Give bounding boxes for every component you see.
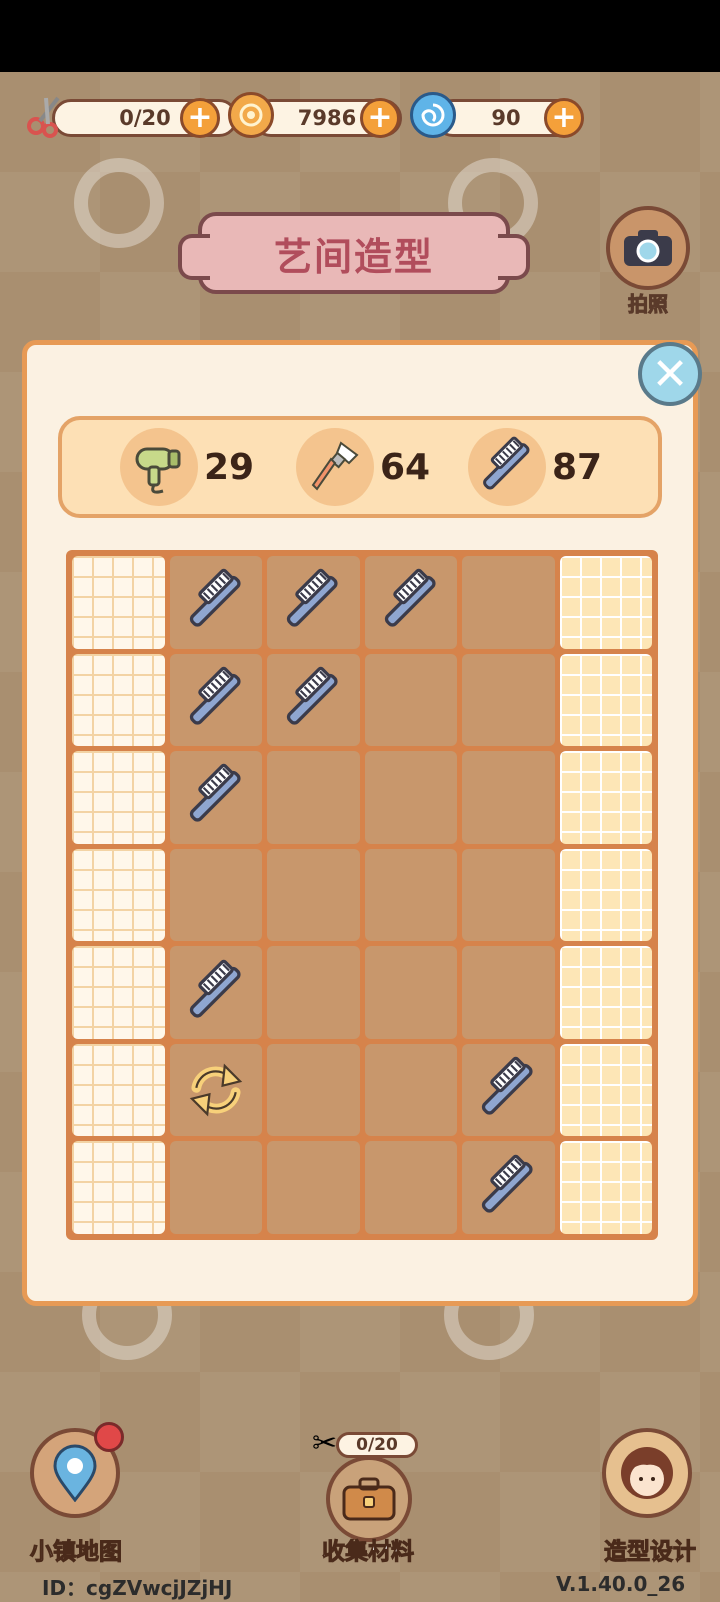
comb-icon xyxy=(278,664,340,727)
grid-cell[interactable] xyxy=(267,1043,360,1137)
locked-cell xyxy=(72,556,165,649)
locked-cell xyxy=(559,1043,652,1137)
grid-cell[interactable] xyxy=(364,653,457,747)
locked-cell xyxy=(72,1141,165,1234)
coin-icon xyxy=(228,92,274,138)
collect-counter: 0/20 xyxy=(336,1432,418,1458)
style-design-label: 造型设计 xyxy=(604,1539,697,1566)
hair-dryer-count: 29 xyxy=(204,446,255,488)
tool-hair-dryer: 29 xyxy=(120,428,254,506)
grid-cell[interactable] xyxy=(169,946,262,1039)
locked-cell xyxy=(559,1141,652,1234)
add-swirl-button[interactable]: + xyxy=(544,98,584,138)
toolbox-icon xyxy=(326,1456,412,1542)
tool-comb: 87 xyxy=(468,428,602,506)
town-map-label: 小镇地图 xyxy=(30,1539,123,1566)
avatar-icon xyxy=(602,1428,692,1518)
grid-cell[interactable] xyxy=(169,1141,262,1234)
camera-label: 拍照 xyxy=(628,292,669,317)
makeup-brush-icon xyxy=(296,428,374,506)
version-label: V.1.40.0_26 xyxy=(556,1572,686,1596)
locked-cell xyxy=(72,1043,165,1137)
comb-icon xyxy=(278,567,340,629)
notification-badge xyxy=(94,1422,124,1452)
grid-cell[interactable] xyxy=(462,653,555,747)
grid-cell[interactable] xyxy=(364,556,457,649)
comb-icon xyxy=(180,567,243,629)
coin-value: 7986 xyxy=(297,106,357,130)
grid-cell[interactable] xyxy=(169,751,262,844)
swirl-icon xyxy=(410,92,456,138)
grid-cell[interactable] xyxy=(364,1043,457,1137)
grid-cell[interactable] xyxy=(267,946,360,1039)
style-design-button[interactable] xyxy=(602,1428,692,1518)
collect-counter-value: 0/20 xyxy=(356,1435,398,1455)
locked-cell xyxy=(559,653,652,747)
camera-button[interactable] xyxy=(606,206,690,290)
comb-icon xyxy=(180,664,243,727)
refresh-icon xyxy=(181,1055,251,1125)
grid-cell[interactable] xyxy=(169,1043,262,1137)
grid-cell[interactable] xyxy=(169,556,262,649)
grid-cell[interactable] xyxy=(462,848,555,942)
tool-makeup-brush: 64 xyxy=(296,428,430,506)
add-coins-button[interactable]: + xyxy=(360,98,400,138)
hair-dryer-icon xyxy=(120,428,198,506)
grid-cell[interactable] xyxy=(364,751,457,844)
grid-cell[interactable] xyxy=(364,946,457,1039)
grid-cell[interactable] xyxy=(462,556,555,649)
close-icon: ✕ xyxy=(651,348,689,400)
grid-cell[interactable] xyxy=(169,653,262,747)
scissors-value: 0/20 xyxy=(119,106,171,130)
item-grid xyxy=(66,550,658,1240)
locked-cell xyxy=(72,751,165,844)
comb-icon xyxy=(375,567,438,629)
comb-icon xyxy=(473,1055,535,1117)
comb-icon xyxy=(180,957,243,1019)
locked-cell xyxy=(559,848,652,942)
scissors-icon xyxy=(24,92,70,138)
user-id: ID：cgZVwcjJZjHJ xyxy=(42,1576,233,1600)
locked-cell xyxy=(72,946,165,1039)
close-button[interactable]: ✕ xyxy=(638,342,702,406)
collect-materials-label: 收集材料 xyxy=(322,1539,415,1566)
swirl-value: 90 xyxy=(491,106,521,130)
comb-icon xyxy=(468,428,546,506)
locked-cell xyxy=(72,848,165,942)
add-scissors-button[interactable]: + xyxy=(180,98,220,138)
sun-decoration xyxy=(74,158,164,248)
grid-cell[interactable] xyxy=(169,848,262,942)
grid-cell[interactable] xyxy=(267,751,360,844)
grid-cell[interactable] xyxy=(267,1141,360,1234)
page-title: 艺间造型 xyxy=(273,234,434,279)
collect-materials-button[interactable] xyxy=(326,1456,412,1542)
comb-icon xyxy=(180,762,243,824)
grid-cell[interactable] xyxy=(267,653,360,747)
grid-cell[interactable] xyxy=(267,848,360,942)
grid-cell[interactable] xyxy=(462,1043,555,1137)
locked-cell xyxy=(559,556,652,649)
locked-cell xyxy=(72,653,165,747)
title-banner: 艺间造型 xyxy=(178,212,530,294)
grid-cell[interactable] xyxy=(364,1141,457,1234)
grid-cell[interactable] xyxy=(364,848,457,942)
comb-count: 87 xyxy=(552,446,603,488)
grid-cell[interactable] xyxy=(462,1141,555,1234)
locked-cell xyxy=(559,751,652,844)
locked-cell xyxy=(559,946,652,1039)
grid-cell[interactable] xyxy=(462,751,555,844)
grid-cell[interactable] xyxy=(267,556,360,649)
status-bar xyxy=(0,0,720,72)
comb-icon xyxy=(473,1152,535,1215)
grid-cell[interactable] xyxy=(462,946,555,1039)
camera-icon xyxy=(624,230,672,266)
town-map-button[interactable] xyxy=(30,1422,124,1518)
makeup-brush-count: 64 xyxy=(380,446,431,488)
tools-bar: 29 64 87 xyxy=(58,416,662,518)
